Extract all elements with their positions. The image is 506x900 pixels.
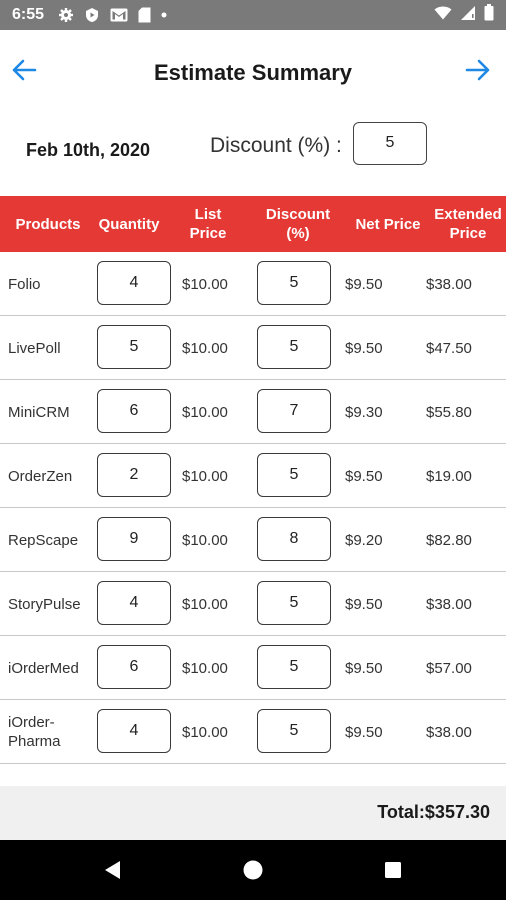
net-price: $9.50 [345, 723, 383, 741]
extended-price: $82.80 [426, 531, 472, 549]
quantity-input[interactable]: 6 [97, 389, 171, 433]
discount-input[interactable]: 5 [257, 261, 331, 305]
sd-card-icon [138, 7, 151, 23]
discount-input[interactable]: 7 [257, 389, 331, 433]
table-row: MiniCRM 6 $10.00 7 $9.30 $55.80 [0, 380, 506, 444]
product-name: iOrderMed [8, 659, 79, 677]
quantity-input[interactable]: 5 [97, 325, 171, 369]
table-row: StoryPulse 4 $10.00 5 $9.50 $38.00 [0, 572, 506, 636]
quantity-input[interactable]: 4 [97, 261, 171, 305]
product-name: OrderZen [8, 467, 73, 485]
page-title: Estimate Summary [153, 60, 353, 85]
forward-button[interactable] [462, 54, 494, 86]
net-price: $9.20 [345, 531, 383, 549]
product-name: iOrder- Pharma [8, 714, 61, 750]
list-price: $10.00 [182, 275, 228, 293]
column-header-net-price: Net Price [355, 215, 421, 233]
gmail-icon [110, 8, 128, 22]
net-price: $9.50 [345, 275, 383, 293]
table-header: Products Quantity List Price Discount (%… [0, 196, 506, 252]
notification-icons [58, 7, 167, 23]
discount-input[interactable]: 5 [257, 709, 331, 753]
table-row: iOrder- Pharma 4 $10.00 5 $9.50 $38.00 [0, 700, 506, 764]
list-price: $10.00 [182, 659, 228, 677]
list-price: $10.00 [182, 403, 228, 421]
discount-input[interactable]: 5 [257, 645, 331, 689]
extended-price: $57.00 [426, 659, 472, 677]
back-triangle-icon [105, 861, 120, 879]
column-header-extended-price: Extended Price [430, 196, 506, 252]
product-name: LivePoll [8, 339, 61, 357]
table-row: OrderZen 2 $10.00 5 $9.50 $19.00 [0, 444, 506, 508]
discount-input[interactable]: 5 [257, 325, 331, 369]
system-navigation-bar [0, 840, 506, 900]
recents-square-icon [385, 862, 401, 878]
list-price: $10.00 [182, 467, 228, 485]
quantity-input[interactable]: 9 [97, 517, 171, 561]
net-price: $9.50 [345, 659, 383, 677]
column-header-discount-line1: Discount [265, 206, 331, 223]
column-header-quantity: Quantity [98, 215, 160, 233]
wifi-icon [434, 6, 452, 25]
column-header-discount: Discount (%) [256, 196, 340, 252]
net-price: $9.50 [345, 339, 383, 357]
extended-price: $19.00 [426, 467, 472, 485]
net-price: $9.50 [345, 595, 383, 613]
extended-price: $38.00 [426, 595, 472, 613]
quantity-input[interactable]: 2 [97, 453, 171, 497]
quantity-input[interactable]: 4 [97, 709, 171, 753]
table-row: iOrderMed 6 $10.00 5 $9.50 $57.00 [0, 636, 506, 700]
shield-icon [84, 7, 100, 23]
home-circle-icon [243, 860, 263, 880]
list-price: $10.00 [182, 531, 228, 549]
estimate-date: Feb 10th, 2020 [26, 140, 151, 160]
total-amount: Total:$357.30 [377, 802, 490, 822]
column-header-extended-price-line2: Price [449, 225, 487, 242]
extended-price: $55.80 [426, 403, 472, 421]
extended-price: $38.00 [426, 723, 472, 741]
product-name: StoryPulse [8, 595, 81, 613]
estimate-summary-row: Feb 10th, 2020 Discount (%) : 5 [0, 116, 506, 196]
net-price: $9.30 [345, 403, 383, 421]
signal-icon [460, 5, 476, 26]
extended-price: $47.50 [426, 339, 472, 357]
battery-icon [484, 4, 494, 26]
extended-price: $38.00 [426, 275, 472, 293]
table-row: Folio 4 $10.00 5 $9.50 $38.00 [0, 252, 506, 316]
column-header-list-price-line1: List [194, 206, 222, 223]
global-discount-input[interactable]: 5 [353, 122, 427, 165]
arrow-right-icon [465, 59, 490, 81]
global-discount-label: Discount (%) : [210, 134, 342, 157]
system-home-button[interactable] [239, 856, 267, 884]
column-header-list-price: List Price [172, 196, 244, 252]
column-header-list-price-line2: Price [189, 225, 227, 242]
quantity-input[interactable]: 6 [97, 645, 171, 689]
column-header-discount-line2: (%) [286, 225, 310, 242]
dot-icon [161, 12, 167, 18]
table-row: LivePoll 5 $10.00 5 $9.50 $47.50 [0, 316, 506, 380]
gear-icon [58, 7, 74, 23]
status-bar: 6:55 [0, 0, 506, 30]
list-price: $10.00 [182, 723, 228, 741]
list-price: $10.00 [182, 595, 228, 613]
discount-input[interactable]: 8 [257, 517, 331, 561]
list-price: $10.00 [182, 339, 228, 357]
table-row: RepScape 9 $10.00 8 $9.20 $82.80 [0, 508, 506, 572]
system-back-button[interactable] [99, 856, 127, 884]
product-name: RepScape [8, 531, 79, 549]
status-time: 6:55 [12, 6, 45, 23]
column-header-extended-price-line1: Extended [434, 206, 502, 223]
total-footer: Total:$357.30 [0, 786, 506, 840]
column-header-products: Products [15, 215, 81, 233]
discount-input[interactable]: 5 [257, 453, 331, 497]
discount-input[interactable]: 5 [257, 581, 331, 625]
system-status-icons [434, 4, 494, 26]
system-recents-button[interactable] [379, 856, 407, 884]
net-price: $9.50 [345, 467, 383, 485]
product-name: MiniCRM [8, 403, 70, 421]
app-bar: Estimate Summary [0, 30, 506, 116]
product-name: Folio [8, 275, 41, 293]
quantity-input[interactable]: 4 [97, 581, 171, 625]
